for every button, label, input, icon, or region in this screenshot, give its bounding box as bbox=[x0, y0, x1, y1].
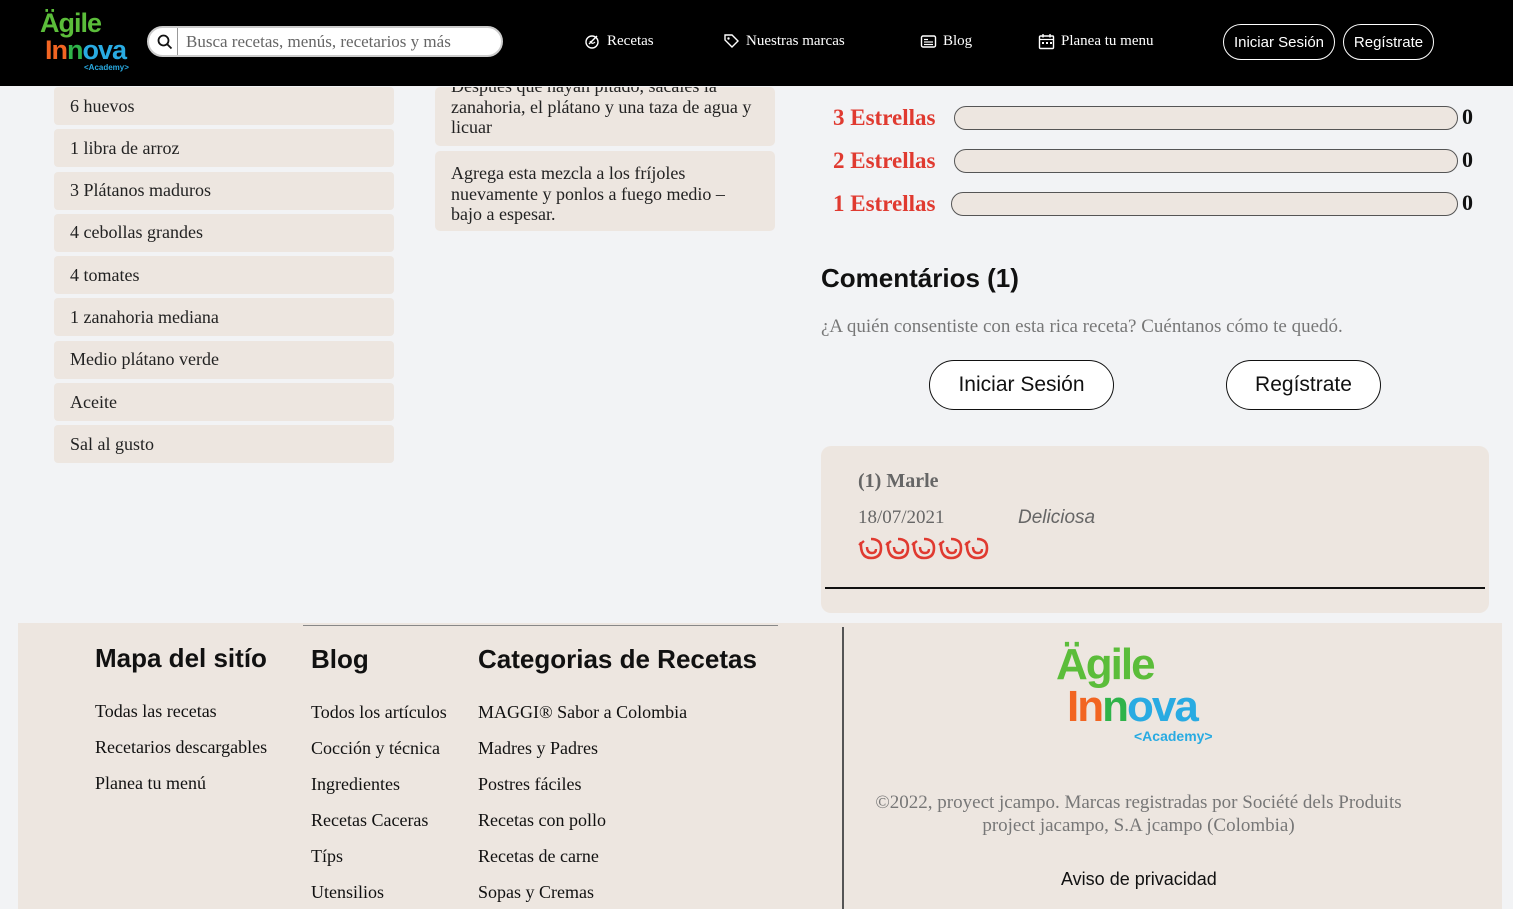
search-input[interactable] bbox=[177, 28, 499, 55]
ingredient-item: 1 libra de arroz bbox=[54, 129, 394, 168]
rating-count: 0 bbox=[1462, 104, 1473, 129]
nav-planea-menu-label: Planea tu menu bbox=[1061, 32, 1154, 49]
footer-link[interactable]: Recetarios descargables bbox=[95, 737, 267, 758]
top-navbar: Ägile Innova <Academy> Recetas Nuestras … bbox=[0, 0, 1513, 86]
footer-blog: Blog bbox=[311, 644, 369, 675]
rating-row-1: 1 Estrellas bbox=[833, 189, 953, 219]
footer-copyright: ©2022, proyect jcampo. Marcas registrada… bbox=[875, 792, 1402, 836]
whisk-icon bbox=[585, 34, 599, 49]
footer-link[interactable]: MAGGI® Sabor a Colombia bbox=[478, 702, 687, 723]
ingredient-item: 3 Plátanos maduros bbox=[54, 171, 394, 210]
footer-link[interactable]: Ingredientes bbox=[311, 774, 400, 795]
footer-categories: Categorias de Recetas bbox=[478, 644, 757, 675]
footer-divider bbox=[303, 625, 778, 626]
footer-blog-heading: Blog bbox=[311, 644, 369, 674]
footer-link[interactable]: Todas las recetas bbox=[95, 701, 217, 722]
calendar-icon bbox=[1038, 33, 1055, 49]
footer-link[interactable]: Recetas con pollo bbox=[478, 810, 606, 831]
logo-text-innova: Innova bbox=[1067, 682, 1199, 731]
rating-bar-2 bbox=[954, 149, 1458, 173]
comments-title: Comentários (1) bbox=[821, 263, 1019, 293]
search-box bbox=[147, 26, 503, 57]
rating-drop-icon bbox=[884, 537, 909, 560]
footer-link[interactable]: Todos los artículos bbox=[311, 702, 447, 723]
footer-link[interactable]: Recetas Caceras bbox=[311, 810, 428, 831]
ingredients-list: 6 huevos 1 libra de arroz 3 Plátanos mad… bbox=[54, 87, 394, 468]
nav-recetas-label: Recetas bbox=[607, 32, 654, 49]
rating-row-2: 2 Estrellas bbox=[833, 146, 953, 176]
preparation-steps: Después que hayan pitado, sácales la zan… bbox=[435, 87, 775, 236]
tag-icon bbox=[724, 33, 739, 48]
rating-row-3: 3 Estrellas bbox=[833, 103, 953, 133]
logo-text-agile: Ägile bbox=[1056, 640, 1156, 689]
footer-link[interactable]: Típs bbox=[311, 846, 343, 867]
rating-drop-icon bbox=[911, 537, 936, 560]
rating-label: 3 Estrellas bbox=[833, 105, 936, 130]
ingredient-item: Medio plátano verde bbox=[54, 340, 394, 379]
ingredient-item: 6 huevos bbox=[54, 87, 394, 125]
rating-bar-1 bbox=[951, 192, 1458, 216]
footer-brand-logo: Ägile Innova <Academy> bbox=[1056, 643, 1236, 773]
nav-login-button[interactable]: Iniciar Sesión bbox=[1223, 24, 1335, 60]
footer: Mapa del sitío Todas las recetas Recetar… bbox=[18, 623, 1502, 909]
comments-prompt: ¿A quién consentiste con esta rica recet… bbox=[821, 316, 1343, 337]
comment-divider bbox=[825, 587, 1485, 589]
comment-card: (1) Marle 18/07/2021 Deliciosa bbox=[821, 446, 1489, 613]
nav-marcas[interactable]: Nuestras marcas bbox=[723, 30, 845, 52]
comment-rating bbox=[857, 534, 990, 561]
step-item: Agrega esta mezcla a los fríjoles nuevam… bbox=[435, 151, 775, 231]
footer-link[interactable]: Sopas y Cremas bbox=[478, 882, 594, 903]
ingredient-item: Aceite bbox=[54, 383, 394, 422]
rating-count: 0 bbox=[1462, 147, 1473, 172]
rating-label: 1 Estrellas bbox=[833, 191, 936, 216]
comment-author: (1) Marle bbox=[858, 470, 939, 492]
nav-register-button[interactable]: Regístrate bbox=[1343, 24, 1434, 60]
rating-drop-icon bbox=[937, 537, 962, 560]
logo-text-academy: <Academy> bbox=[84, 63, 129, 72]
comment-date: 18/07/2021 bbox=[858, 507, 945, 528]
rating-bar-3 bbox=[954, 106, 1458, 130]
step-text: Después que hayan pitado, sácales la zan… bbox=[451, 87, 752, 137]
logo-text-academy: <Academy> bbox=[1134, 728, 1213, 744]
footer-link[interactable]: Recetas de carne bbox=[478, 846, 599, 867]
footer-vertical-divider bbox=[842, 627, 844, 909]
comment-text: Deliciosa bbox=[1018, 507, 1096, 528]
ingredient-item: 4 cebollas grandes bbox=[54, 213, 394, 252]
ingredient-item: Sal al gusto bbox=[54, 425, 394, 464]
footer-link[interactable]: Madres y Padres bbox=[478, 738, 598, 759]
nav-marcas-label: Nuestras marcas bbox=[746, 32, 845, 49]
footer-privacy-link[interactable]: Aviso de privacidad bbox=[1061, 869, 1217, 890]
rating-drop-icon bbox=[964, 537, 989, 560]
newspaper-icon bbox=[920, 34, 937, 48]
nav-blog[interactable]: Blog bbox=[920, 30, 972, 52]
comments-login-button[interactable]: Iniciar Sesión bbox=[929, 360, 1114, 410]
comments-register-button[interactable]: Regístrate bbox=[1226, 360, 1381, 410]
footer-link[interactable]: Postres fáciles bbox=[478, 774, 581, 795]
step-item: Después que hayan pitado, sácales la zan… bbox=[435, 87, 775, 146]
rating-drop-icon bbox=[858, 537, 883, 560]
nav-blog-label: Blog bbox=[943, 32, 973, 49]
footer-link[interactable]: Cocción y técnica bbox=[311, 738, 440, 759]
footer-link[interactable]: Utensilios bbox=[311, 882, 384, 903]
brand-logo[interactable]: Ägile Innova <Academy> bbox=[40, 8, 130, 73]
footer-link[interactable]: Planea tu menú bbox=[95, 773, 206, 794]
logo-text-innova: Innova bbox=[45, 35, 127, 65]
rating-count: 0 bbox=[1462, 190, 1473, 215]
ingredient-item: 4 tomates bbox=[54, 256, 394, 295]
logo-text-agile: Ägile bbox=[40, 8, 102, 38]
footer-sitemap: Mapa del sitío bbox=[95, 643, 267, 674]
ingredient-item: 1 zanahoria mediana bbox=[54, 298, 394, 337]
rating-label: 2 Estrellas bbox=[833, 148, 936, 173]
footer-sitemap-heading: Mapa del sitío bbox=[95, 643, 267, 673]
nav-planea-menu[interactable]: Planea tu menu bbox=[1038, 30, 1153, 52]
nav-recetas[interactable]: Recetas bbox=[584, 30, 654, 52]
search-icon[interactable] bbox=[156, 33, 174, 51]
footer-categories-heading: Categorias de Recetas bbox=[478, 644, 757, 674]
